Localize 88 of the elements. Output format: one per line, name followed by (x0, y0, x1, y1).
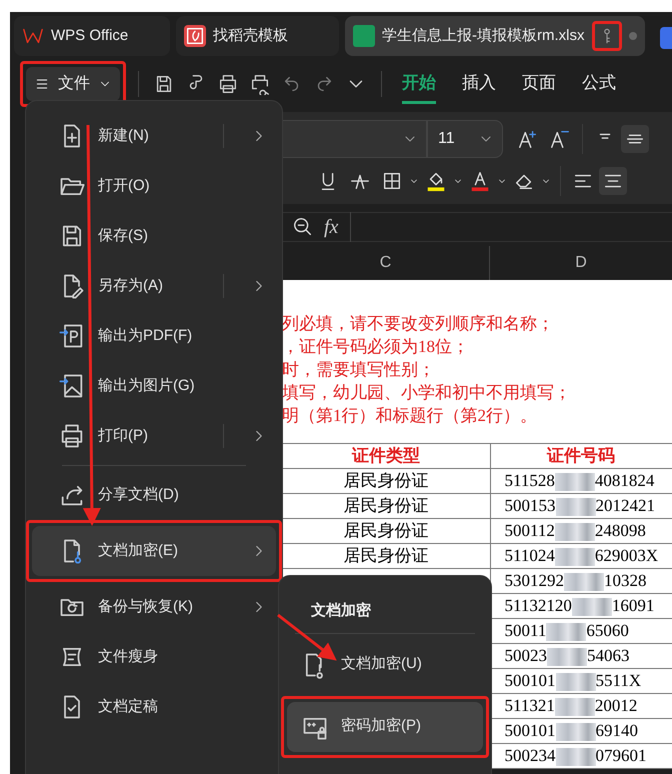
ribbon-tab[interactable]: 页面 (522, 64, 556, 104)
id-number-start: 500101 (504, 721, 556, 740)
menu-item[interactable]: 备份与恢复(K) (32, 582, 276, 632)
increase-font-icon[interactable] (517, 128, 539, 150)
tab-label: 学生信息上报-填报模板rm.xlsx (382, 26, 584, 46)
blurred-region (554, 548, 595, 566)
note-text: 列必填，请不要改变列顺序和名称； (282, 313, 555, 335)
id-number-start: 500112 (504, 521, 555, 540)
menu-item[interactable]: 文档加密(U) (287, 640, 483, 690)
id-number-start: 511321 (504, 696, 555, 715)
align-middle-icon[interactable] (621, 125, 649, 153)
id-number-end: 5511X (596, 671, 642, 690)
id-number-end: 079601 (596, 746, 646, 765)
id-number-end: 248098 (594, 521, 646, 540)
table-cell: 居民身份证 (343, 546, 428, 565)
submenu-title: 文档加密 (295, 590, 475, 634)
menu-item[interactable]: 密码加密(P) (287, 702, 483, 752)
blurred-region (554, 523, 595, 542)
spreadsheet-icon (353, 25, 375, 47)
note-text: ，证件号码必须为18位； (282, 336, 470, 358)
column-heading: 证件类型 (352, 446, 420, 465)
id-number-start: 51132120 (504, 596, 572, 615)
window-tab[interactable]: WPS Office (14, 16, 170, 56)
note-text: 时，需要填写性别； (282, 359, 436, 381)
column-header[interactable]: D (490, 246, 672, 280)
ribbon-tab[interactable]: 公式 (582, 64, 616, 104)
id-number-end: 4081824 (594, 471, 654, 490)
blurred-region (556, 673, 596, 692)
menu-item[interactable]: 保存(S) (32, 211, 276, 261)
id-number-start: 5301292 (504, 571, 564, 590)
id-number-end: 629003X (594, 546, 658, 565)
id-number-start: 511024 (504, 546, 555, 565)
id-number-end: 2012421 (596, 496, 655, 515)
font-size-dropdown[interactable]: 11 (427, 120, 503, 158)
tab-icon (660, 27, 672, 49)
menu-item[interactable]: 文档加密(E) (32, 526, 276, 576)
column-heading: 证件号码 (547, 446, 615, 465)
id-number-start: 50023 (504, 646, 547, 665)
id-number-end: 65060 (586, 621, 629, 640)
id-number-start: 511528 (504, 471, 555, 490)
id-number-end: 10328 (604, 571, 646, 590)
menu-item[interactable]: 另存为(A) (32, 261, 276, 311)
blurred-region (546, 623, 586, 642)
formula-label: fx (324, 212, 352, 242)
id-number-end: 69140 (596, 721, 638, 740)
align-center-icon[interactable] (599, 167, 627, 195)
modified-dot (628, 32, 636, 40)
menu-item[interactable]: 文件瘦身 (32, 632, 276, 682)
zoom-icon[interactable] (292, 216, 314, 238)
fill-color-icon[interactable] (425, 170, 447, 192)
ribbon-tab[interactable]: 插入 (462, 64, 496, 104)
blurred-region (556, 498, 596, 516)
blurred-region (564, 573, 604, 592)
table-cell: 居民身份证 (343, 496, 428, 515)
blurred-region (547, 648, 587, 666)
blurred-region (572, 598, 612, 616)
menu-item[interactable]: 文档定稿 (32, 682, 276, 732)
menu-item[interactable]: 打印(P) (32, 411, 276, 461)
font-color-icon[interactable] (469, 170, 491, 192)
note-text: 填写，幼儿园、小学和初中不用填写； (282, 382, 572, 404)
id-number-end: 20012 (594, 696, 638, 715)
menu-item[interactable]: 输出为PDF(F) (32, 311, 276, 361)
table-cell: 居民身份证 (343, 521, 428, 540)
borders-icon[interactable] (381, 170, 403, 192)
template-icon (184, 25, 206, 47)
id-number-start: 500234 (504, 746, 556, 765)
table-cell: 居民身份证 (343, 471, 428, 490)
menu-item[interactable]: 分享文档(D) (32, 470, 276, 520)
id-number-start: 50011 (504, 621, 546, 640)
blurred-region (554, 473, 595, 492)
tab-label: 找稻壳模板 (213, 26, 288, 46)
id-number-end: 16091 (612, 596, 654, 615)
window-tab[interactable]: 学生信息上报-填报模板rm.xlsx (345, 16, 645, 56)
decrease-font-icon[interactable] (549, 128, 571, 150)
id-number-start: 500101 (504, 671, 556, 690)
id-number-end: 54063 (587, 646, 630, 665)
ribbon-tab[interactable]: 开始 (402, 64, 436, 104)
window-tab[interactable]: 找稻壳模板 (176, 16, 339, 56)
file-menu-button[interactable]: 文件 (26, 67, 120, 101)
menu-item[interactable]: 输出为图片(G) (32, 361, 276, 411)
id-number-start: 500153 (504, 496, 556, 515)
blurred-region (554, 698, 595, 716)
menu-item[interactable]: 打开(O) (32, 161, 276, 211)
menu-item[interactable]: 新建(N) (32, 111, 276, 161)
tab-label: WPS Office (51, 26, 128, 46)
note-text: 明（第1行）和标题行（第2行）。 (282, 405, 538, 427)
blurred-region (556, 723, 596, 742)
blurred-region (556, 748, 596, 766)
